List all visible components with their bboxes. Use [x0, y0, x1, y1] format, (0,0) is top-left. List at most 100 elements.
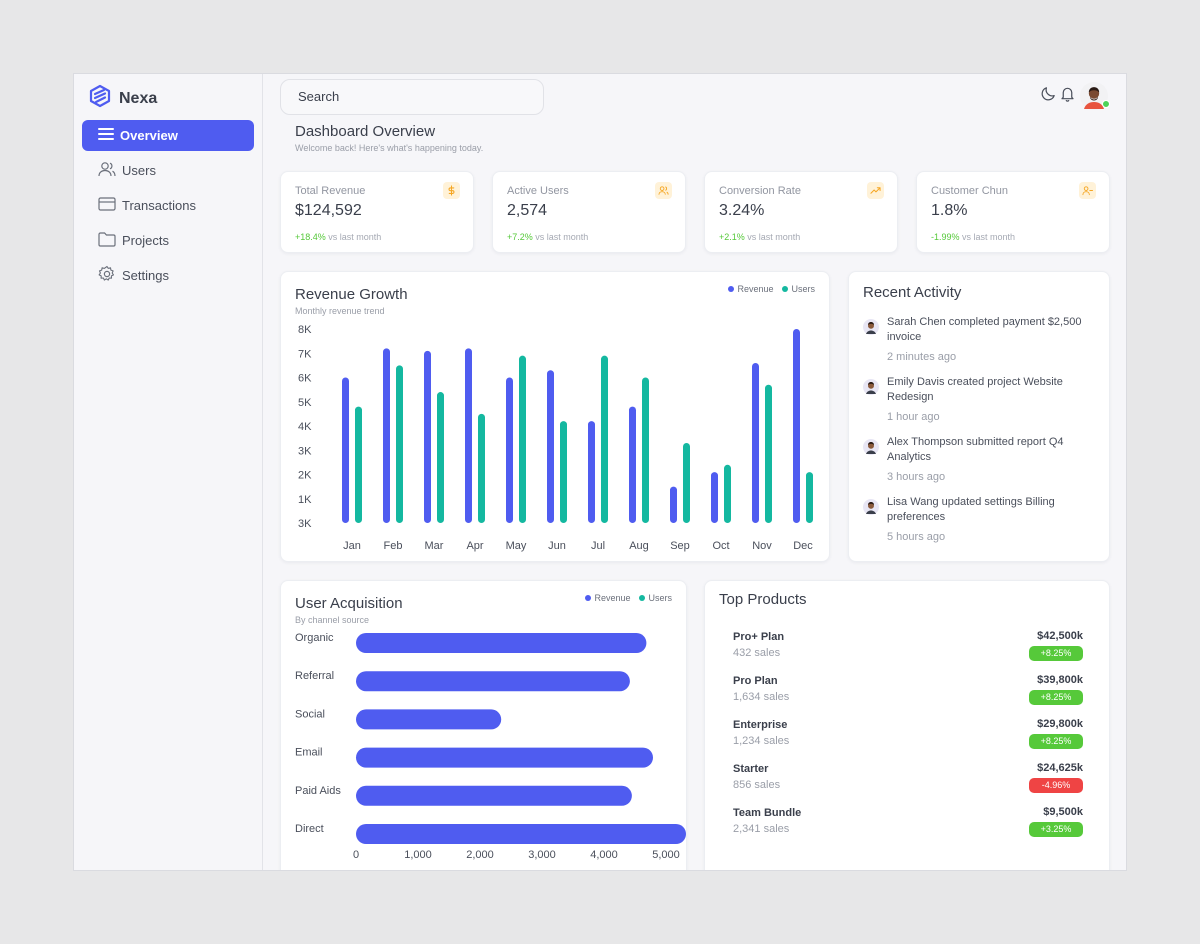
- bar-organic[interactable]: [356, 633, 647, 653]
- bar-paid-aids[interactable]: [356, 785, 632, 806]
- sidebar-item-settings[interactable]: Settings: [82, 260, 254, 291]
- product-amount: $24,625k: [1037, 762, 1083, 774]
- sidebar-item-transactions[interactable]: Transactions: [82, 190, 254, 221]
- x-tick-label: Jul: [591, 540, 605, 552]
- x-tick-label: May: [506, 540, 527, 552]
- activity-text: Emily Davis created project Website Rede…: [887, 376, 1063, 403]
- bell-icon[interactable]: [1059, 85, 1076, 107]
- menu-icon: [98, 127, 114, 144]
- bar-users-aug[interactable]: [642, 377, 649, 524]
- bar-users-nov[interactable]: [765, 384, 772, 523]
- revenue-bar-chart: 8K 7K 6K 5K 4K 3K 2K 1K 3K Jan Feb Mar Apr May Jun Jul A…: [298, 324, 813, 552]
- bar-users-apr[interactable]: [478, 413, 485, 523]
- activity-text: Alex Thompson submitted report Q4 Analyt…: [887, 436, 1064, 463]
- bar-revenue-feb[interactable]: [383, 348, 390, 523]
- bar-revenue-sep[interactable]: [670, 486, 677, 523]
- bar-referral[interactable]: [356, 671, 630, 692]
- stat-change: +18.4% vs last month: [295, 232, 382, 242]
- users-icon: [98, 161, 116, 180]
- sidebar-item-users[interactable]: Users: [82, 155, 254, 186]
- y-tick-label: Referral: [295, 670, 334, 682]
- stat-value: 1.8%: [931, 202, 968, 219]
- product-name: Team Bundle: [733, 807, 802, 819]
- app-name: Nexa: [119, 89, 158, 107]
- bar-revenue-jul[interactable]: [588, 421, 595, 523]
- y-tick-label: Paid Aids: [295, 785, 341, 797]
- user-minus-icon: [1079, 182, 1096, 199]
- x-tick-label: 4,000: [590, 849, 618, 861]
- product-name: Starter: [733, 763, 769, 775]
- sidebar-item-label: Users: [122, 163, 156, 178]
- bar-email[interactable]: [356, 747, 653, 768]
- x-tick-label: Apr: [466, 540, 483, 552]
- sidebar-item-label: Overview: [120, 128, 178, 143]
- stat-value: 2,574: [507, 202, 548, 219]
- bar-revenue-jan[interactable]: [342, 377, 349, 524]
- stat-value: $124,592: [295, 202, 362, 219]
- y-tick-label: Organic: [295, 632, 334, 644]
- avatar: [863, 499, 879, 515]
- y-tick-label: 3K: [298, 445, 312, 457]
- bar-users-oct[interactable]: [724, 464, 731, 523]
- bar-revenue-nov[interactable]: [752, 362, 759, 523]
- stat-card-active-users[interactable]: Active Users 2,574 +7.2% vs last month: [492, 171, 686, 253]
- product-row[interactable]: Starter 856 sales $24,625k -4.96%: [733, 762, 1083, 803]
- product-amount: $29,800k: [1037, 718, 1083, 730]
- page-title: Dashboard Overview: [295, 123, 436, 140]
- bar-social[interactable]: [356, 709, 502, 730]
- product-row[interactable]: Team Bundle 2,341 sales $9,500k +3.25%: [733, 806, 1083, 847]
- product-sales: 1,634 sales: [733, 691, 790, 703]
- product-sales: 1,234 sales: [733, 735, 790, 747]
- bar-users-mar[interactable]: [437, 392, 444, 523]
- change-badge: +8.25%: [1029, 646, 1083, 661]
- bar-users-may[interactable]: [519, 355, 526, 523]
- bar-revenue-apr[interactable]: [465, 348, 472, 523]
- product-row[interactable]: Pro Plan 1,634 sales $39,800k +8.25%: [733, 674, 1083, 715]
- credit-card-icon: [98, 197, 116, 214]
- page-subtitle: Welcome back! Here's what's happening to…: [295, 143, 484, 153]
- x-tick-label: 3,000: [528, 849, 556, 861]
- gear-icon: [98, 265, 116, 286]
- product-row[interactable]: Pro+ Plan 432 sales $42,500k +8.25%: [733, 630, 1083, 671]
- bar-users-dec[interactable]: [806, 472, 813, 523]
- bar-revenue-oct[interactable]: [711, 472, 718, 523]
- stat-value: 3.24%: [719, 202, 765, 219]
- header-actions: [1040, 82, 1110, 110]
- bar-revenue-aug[interactable]: [629, 406, 636, 523]
- bar-revenue-may[interactable]: [506, 377, 513, 524]
- bar-users-jan[interactable]: [355, 406, 362, 523]
- bar-revenue-dec[interactable]: [793, 329, 800, 523]
- bar-users-jul[interactable]: [601, 355, 608, 523]
- stat-card-total-revenue[interactable]: Total Revenue $124,592 +18.4% vs last mo…: [280, 171, 474, 253]
- product-sales: 2,341 sales: [733, 823, 790, 835]
- avatar: [863, 379, 879, 395]
- bar-revenue-mar[interactable]: [424, 350, 431, 523]
- avatar[interactable]: [1080, 82, 1110, 110]
- logo[interactable]: Nexa: [88, 84, 157, 113]
- search-input[interactable]: Search: [280, 79, 544, 115]
- bar-direct[interactable]: [356, 824, 686, 844]
- product-sales: 432 sales: [733, 647, 781, 659]
- product-row[interactable]: Enterprise 1,234 sales $29,800k +8.25%: [733, 718, 1083, 759]
- sidebar-item-projects[interactable]: Projects: [82, 225, 254, 256]
- stat-change: -1.99% vs last month: [931, 232, 1016, 242]
- moon-icon[interactable]: [1040, 85, 1057, 107]
- bar-users-feb[interactable]: [396, 365, 403, 523]
- stat-card-customer-churn[interactable]: Customer Chun 1.8% -1.99% vs last month: [916, 171, 1110, 253]
- bar-users-sep[interactable]: [683, 442, 690, 523]
- online-status-dot: [1102, 100, 1110, 108]
- change-badge: +8.25%: [1029, 734, 1083, 749]
- trending-up-icon: [867, 182, 884, 199]
- bar-users-jun[interactable]: [560, 421, 567, 523]
- x-tick-label: Dec: [793, 540, 813, 552]
- product-name: Pro Plan: [733, 675, 778, 687]
- recent-activity-card: Recent Activity Sarah Chen completed pay…: [848, 271, 1110, 562]
- stat-card-conversion-rate[interactable]: Conversion Rate 3.24% +2.1% vs last mont…: [704, 171, 898, 253]
- avatar: [863, 439, 879, 455]
- top-products-card: Top Products Pro+ Plan 432 sales $42,500…: [704, 580, 1110, 870]
- bar-revenue-jun[interactable]: [547, 370, 554, 523]
- card-title: Recent Activity: [863, 284, 962, 301]
- sidebar-item-overview[interactable]: Overview: [82, 120, 254, 151]
- y-tick-label: 1K: [298, 494, 312, 506]
- activity-time: 3 hours ago: [887, 471, 946, 483]
